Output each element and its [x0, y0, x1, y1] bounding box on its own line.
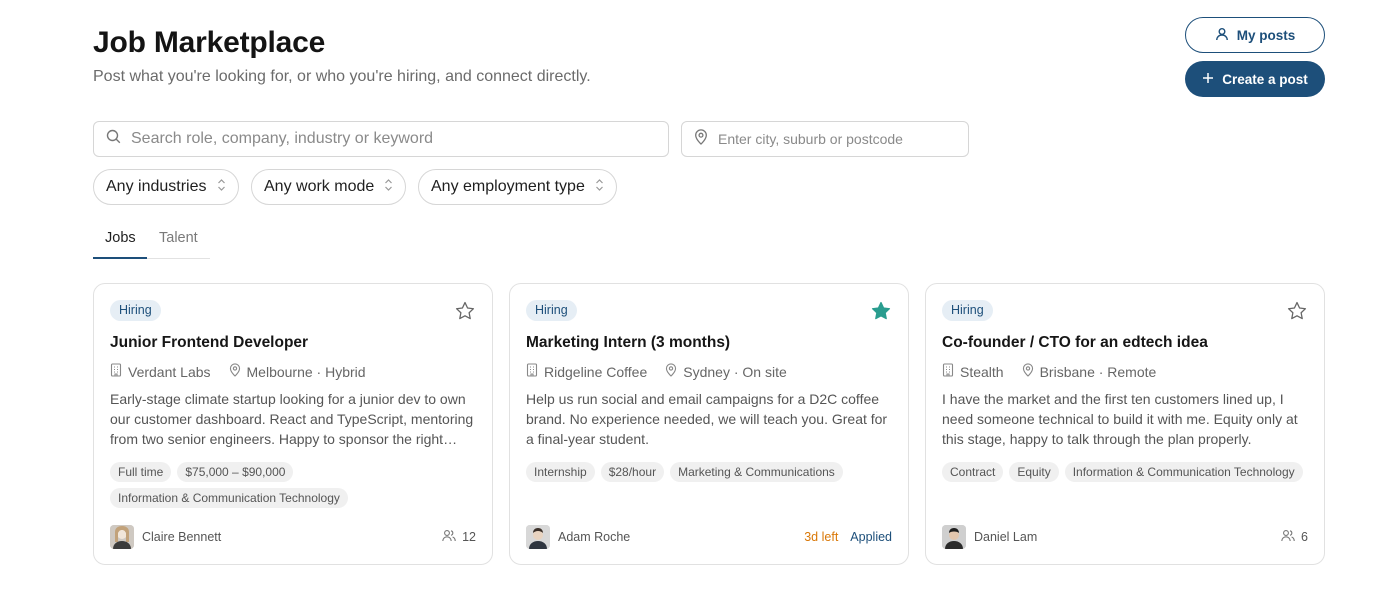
- post-status: 3d left Applied: [804, 530, 892, 544]
- job-location: Brisbane · Remote: [1039, 363, 1157, 380]
- active-tab-indicator: [93, 257, 147, 259]
- compensation-tag: Equity: [1009, 462, 1059, 482]
- job-card[interactable]: Hiring Marketing Intern (3 months) Ridge…: [509, 283, 909, 565]
- page-subtitle: Post what you're looking for, or who you…: [93, 68, 591, 85]
- job-meta: Verdant Labs Melbourne · Hybrid: [110, 363, 366, 380]
- poster-name[interactable]: Claire Bennett: [142, 530, 221, 544]
- job-meta: Stealth Brisbane · Remote: [942, 363, 1156, 380]
- job-location: Melbourne · Hybrid: [246, 363, 366, 380]
- industries-filter[interactable]: Any industries: [93, 169, 239, 205]
- tab-talent[interactable]: Talent: [159, 230, 198, 246]
- avatar: [526, 525, 550, 549]
- building-icon: [526, 363, 538, 380]
- avatar: [110, 525, 134, 549]
- location-pin-icon: [694, 128, 708, 150]
- tab-jobs[interactable]: Jobs: [105, 230, 136, 246]
- salary-tag: $28/hour: [600, 462, 665, 482]
- job-tags: Contract Equity Information & Communicat…: [942, 462, 1310, 482]
- job-card[interactable]: Hiring Junior Frontend Developer Verdant…: [93, 283, 493, 565]
- avatar: [942, 525, 966, 549]
- days-left-label: 3d left: [804, 530, 839, 544]
- tab-bar: Jobs Talent: [93, 226, 210, 259]
- plus-icon: [1202, 72, 1214, 87]
- job-title[interactable]: Marketing Intern (3 months): [526, 334, 730, 352]
- location-box: [681, 121, 969, 157]
- employment-type-filter[interactable]: Any employment type: [418, 169, 617, 205]
- applicants-count: 6: [1281, 529, 1308, 545]
- hiring-badge: Hiring: [526, 300, 577, 321]
- job-title[interactable]: Co-founder / CTO for an edtech idea: [942, 334, 1208, 352]
- industries-filter-label: Any industries: [106, 178, 207, 195]
- job-description: Early-stage climate startup looking for …: [110, 391, 474, 447]
- building-icon: [942, 363, 954, 380]
- salary-tag: $75,000 – $90,000: [177, 462, 294, 482]
- applicants-number: 6: [1301, 530, 1308, 544]
- employment-type-tag: Full time: [110, 462, 172, 482]
- work-mode-filter-label: Any work mode: [264, 178, 375, 195]
- job-tags: Full time $75,000 – $90,000 Information …: [110, 462, 478, 508]
- industry-tag: Information & Communication Technology: [1064, 462, 1303, 482]
- card-footer: Adam Roche 3d left Applied: [526, 524, 892, 550]
- location-input[interactable]: [718, 131, 968, 147]
- job-description: Help us run social and email campaigns f…: [526, 391, 888, 447]
- job-card[interactable]: Hiring Co-founder / CTO for an edtech id…: [925, 283, 1325, 565]
- poster-name[interactable]: Daniel Lam: [974, 530, 1037, 544]
- card-footer: Daniel Lam 6: [942, 524, 1308, 550]
- company-name: Ridgeline Coffee: [544, 363, 648, 380]
- industry-tag: Information & Communication Technology: [110, 488, 348, 508]
- company-name: Stealth: [960, 363, 1004, 380]
- users-icon: [442, 529, 456, 545]
- user-icon: [1215, 27, 1229, 44]
- my-posts-label: My posts: [1236, 27, 1296, 43]
- industry-tag: Marketing & Communications: [670, 462, 843, 482]
- star-icon[interactable]: [1286, 300, 1308, 322]
- work-mode-filter[interactable]: Any work mode: [251, 169, 407, 205]
- building-icon: [110, 363, 122, 380]
- star-filled-icon[interactable]: [870, 300, 892, 322]
- employment-type-tag: Contract: [942, 462, 1004, 482]
- applicants-number: 12: [462, 530, 476, 544]
- job-location: Sydney · On site: [683, 363, 787, 380]
- job-title[interactable]: Junior Frontend Developer: [110, 334, 308, 352]
- job-meta: Ridgeline Coffee Sydney · On site: [526, 363, 787, 380]
- star-icon[interactable]: [454, 300, 476, 322]
- location-pin-icon: [1022, 363, 1034, 380]
- chevron-up-down-icon: [595, 178, 604, 197]
- page-title: Job Marketplace: [93, 26, 326, 59]
- job-tags: Internship $28/hour Marketing & Communic…: [526, 462, 894, 482]
- users-icon: [1281, 529, 1295, 545]
- poster-name[interactable]: Adam Roche: [558, 530, 630, 544]
- company-name: Verdant Labs: [128, 363, 211, 380]
- search-icon: [106, 129, 121, 149]
- applicants-count: 12: [442, 529, 476, 545]
- applied-status: Applied: [850, 530, 892, 544]
- hiring-badge: Hiring: [110, 300, 161, 321]
- search-input[interactable]: [131, 130, 668, 148]
- my-posts-button[interactable]: My posts: [1185, 17, 1325, 53]
- create-post-button[interactable]: Create a post: [1185, 61, 1325, 97]
- employment-type-filter-label: Any employment type: [431, 178, 585, 195]
- hiring-badge: Hiring: [942, 300, 993, 321]
- location-pin-icon: [229, 363, 241, 380]
- search-box: [93, 121, 669, 157]
- card-footer: Claire Bennett 12: [110, 524, 476, 550]
- location-pin-icon: [665, 363, 677, 380]
- job-description: I have the market and the first ten cust…: [942, 391, 1298, 447]
- employment-type-tag: Internship: [526, 462, 595, 482]
- chevron-up-down-icon: [384, 178, 393, 197]
- chevron-up-down-icon: [217, 178, 226, 197]
- create-post-label: Create a post: [1222, 71, 1308, 87]
